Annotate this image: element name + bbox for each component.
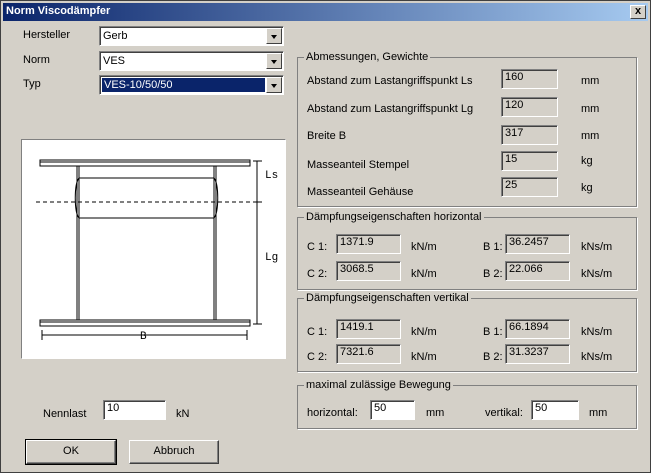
masse-gehaeuse-label: Masseanteil Gehäuse [307, 186, 414, 198]
h-c2-unit: kN/m [411, 268, 437, 280]
dialog-window: Norm Viscodämpfer x Hersteller Gerb Norm… [0, 0, 651, 473]
v-c1-unit: kN/m [411, 326, 437, 338]
norm-dropdown-button[interactable] [266, 53, 282, 69]
masse-gehaeuse-unit: kg [581, 182, 593, 194]
masse-stempel-value: 15 [501, 151, 558, 171]
abstand-ls-label: Abstand zum Lastangriffspunkt Ls [307, 75, 473, 87]
h-c1-unit: kN/m [411, 241, 437, 253]
chevron-down-icon [271, 84, 277, 88]
h-c1-value: 1371.9 [336, 234, 401, 254]
abstand-ls-value: 160 [501, 69, 558, 89]
damper-drawing: Ls Lg B [36, 159, 278, 343]
h-c2-value: 3068.5 [336, 261, 401, 281]
typ-value: VES-10/50/50 [102, 78, 265, 92]
breite-label: Breite B [307, 130, 347, 142]
bewegung-title: maximal zulässige Bewegung [304, 379, 453, 391]
h-b2-value: 22.066 [505, 261, 570, 281]
v-c2-value: 7321.6 [336, 344, 401, 364]
v-b1-label: B 1: [483, 326, 503, 338]
v-c2-unit: kN/m [411, 351, 437, 363]
norm-select[interactable]: VES [99, 51, 284, 71]
ok-button[interactable]: OK [25, 439, 117, 465]
abbruch-button[interactable]: Abbruch [129, 440, 219, 464]
masse-stempel-unit: kg [581, 155, 593, 167]
chevron-down-icon [271, 60, 277, 64]
nennlast-unit: kN [176, 408, 190, 420]
breite-unit: mm [581, 130, 600, 142]
v-b1-value: 66.1894 [505, 319, 570, 339]
bewegung-vertikal-unit: mm [589, 407, 608, 419]
hersteller-value: Gerb [103, 30, 128, 42]
typ-label: Typ [23, 78, 41, 90]
masse-stempel-label: Masseanteil Stempel [307, 159, 410, 171]
v-b2-unit: kNs/m [581, 351, 613, 363]
damper-sketch: Ls Lg B [21, 139, 286, 359]
bewegung-vertikal-input[interactable]: 50 [531, 400, 579, 420]
h-c2-label: C 2: [307, 268, 328, 280]
typ-select[interactable]: VES-10/50/50 [99, 75, 284, 95]
bewegung-vertikal-label: vertikal: [485, 407, 523, 419]
v-c1-value: 1419.1 [336, 319, 401, 339]
nennlast-input[interactable]: 10 [103, 400, 166, 420]
hersteller-label: Hersteller [23, 29, 71, 41]
bewegung-horizontal-label: horizontal: [307, 407, 358, 419]
abmessungen-title: Abmessungen, Gewichte [304, 51, 431, 63]
sketch-label-b: B [140, 331, 147, 343]
v-b2-label: B 2: [483, 351, 503, 363]
daempfung-vertikal-title: Dämpfungseigenschaften vertikal [304, 292, 471, 304]
bottom-plate [39, 319, 251, 327]
nennlast-label: Nennlast [43, 408, 87, 420]
v-b1-unit: kNs/m [581, 326, 613, 338]
sketch-label-ls: Ls [265, 170, 278, 182]
norm-value: VES [103, 55, 126, 67]
h-b2-unit: kNs/m [581, 268, 613, 280]
hersteller-select[interactable]: Gerb [99, 26, 284, 46]
close-icon: x [634, 5, 642, 17]
h-b1-label: B 1: [483, 241, 503, 253]
abstand-lg-label: Abstand zum Lastangriffspunkt Lg [307, 103, 474, 115]
h-b1-value: 36.2457 [505, 234, 570, 254]
h-c1-label: C 1: [307, 241, 328, 253]
v-b2-value: 31.3237 [505, 344, 570, 364]
masse-gehaeuse-value: 25 [501, 177, 558, 197]
bewegung-horizontal-input[interactable]: 50 [370, 400, 415, 420]
h-b2-label: B 2: [483, 268, 503, 280]
abstand-lg-unit: mm [581, 103, 600, 115]
close-button[interactable]: x [630, 5, 646, 19]
sketch-label-lg: Lg [265, 252, 278, 264]
h-b1-unit: kNs/m [581, 241, 613, 253]
daempfung-horizontal-title: Dämpfungseigenschaften horizontal [304, 211, 484, 223]
typ-dropdown-button[interactable] [266, 77, 282, 93]
title-bar[interactable]: Norm Viscodämpfer x [3, 3, 648, 21]
norm-label: Norm [23, 54, 50, 66]
hersteller-dropdown-button[interactable] [266, 28, 282, 44]
abstand-lg-value: 120 [501, 97, 558, 117]
window-title: Norm Viscodämpfer [6, 5, 111, 17]
breite-value: 317 [501, 125, 558, 145]
v-c2-label: C 2: [307, 351, 328, 363]
abstand-ls-unit: mm [581, 75, 600, 87]
bewegung-horizontal-unit: mm [426, 407, 445, 419]
chevron-down-icon [271, 35, 277, 39]
v-c1-label: C 1: [307, 326, 328, 338]
top-plate [39, 159, 251, 167]
